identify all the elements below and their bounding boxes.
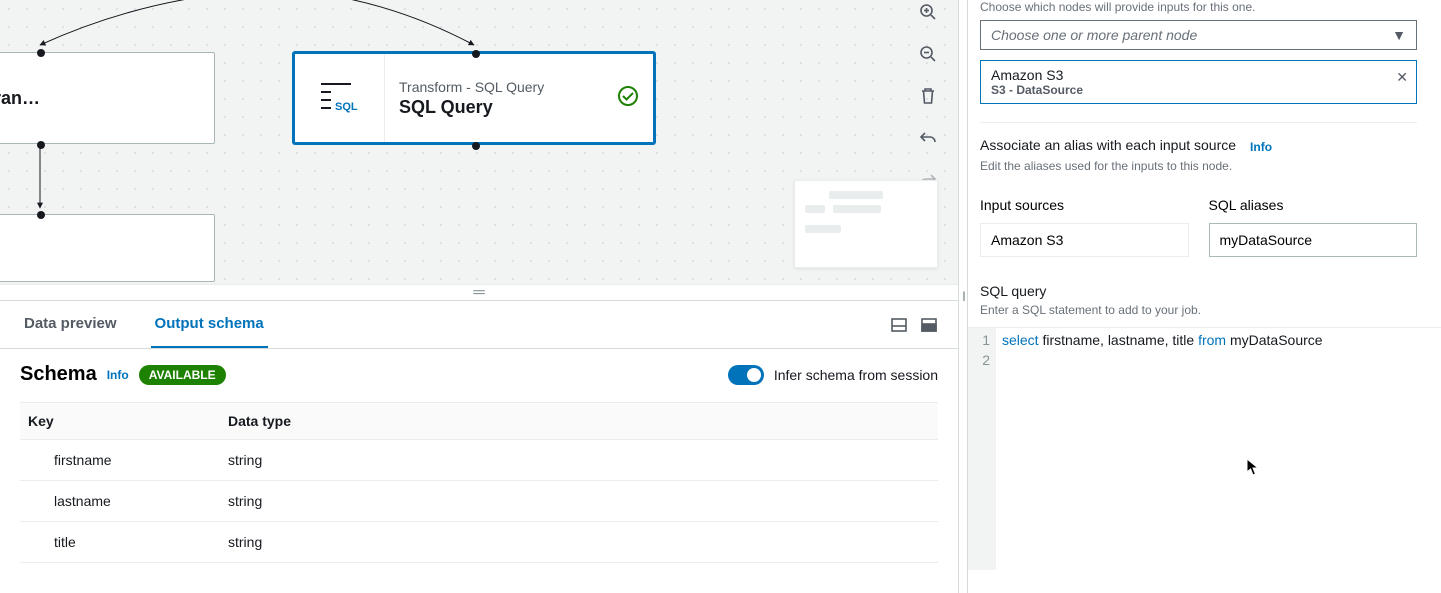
sql-query-label: SQL query [980,283,1417,299]
node-title: SQL Query [399,97,603,118]
table-row: lastnamestring [20,481,938,522]
panel-expand-icon[interactable] [920,316,938,334]
parent-node-chip: Amazon S3 S3 - DataSource ✕ [980,60,1417,104]
zoom-out-icon[interactable] [916,42,940,66]
code-gutter: 12 [968,328,996,570]
horizontal-resize-handle[interactable]: ═ [0,284,958,300]
table-row: titlestring [20,522,938,563]
chevron-down-icon: ▼ [1392,27,1406,43]
schema-table: Key Data type firstnamestring lastnamest… [20,402,938,563]
vertical-resize-handle[interactable]: || [958,0,968,593]
chip-remove-icon[interactable]: ✕ [1396,69,1408,86]
bottom-panel: Data preview Output schema Schema Info A… [0,300,958,593]
zoom-in-icon[interactable] [916,0,940,24]
col-header-key: Key [20,403,220,440]
chip-title: Amazon S3 [991,67,1386,83]
minimap[interactable] [794,180,938,268]
table-row: firstnamestring [20,440,938,481]
panel-collapse-icon[interactable] [890,316,908,334]
properties-panel: Choose which nodes will provide inputs f… [968,0,1441,593]
infer-schema-label: Infer schema from session [774,367,938,383]
code-line[interactable]: select firstname, lastname, title from m… [996,328,1329,570]
tab-output-schema[interactable]: Output schema [151,301,268,348]
sql-alias-input[interactable] [1209,223,1418,257]
schema-info-link[interactable]: Info [107,368,129,382]
associate-alias-label: Associate an alias with each input sourc… [980,137,1236,153]
sql-aliases-label: SQL aliases [1209,197,1418,213]
undo-icon[interactable] [916,126,940,150]
node-sql-query[interactable]: SQL Transform - SQL Query SQL Query [293,52,655,144]
available-badge: AVAILABLE [139,365,226,385]
sql-code-editor[interactable]: 12 select firstname, lastname, title fro… [968,327,1441,570]
associate-alias-info-link[interactable]: Info [1250,140,1272,154]
parent-node-select[interactable]: Choose one or more parent node ▼ [980,20,1417,50]
node-title: orm - Dynamic Tran… [0,88,40,109]
sql-transform-icon: SQL [295,54,385,142]
node-dynamic-transform[interactable]: orm - Dynamic Tran… [0,52,215,144]
svg-text:SQL: SQL [335,101,358,113]
visual-canvas[interactable]: orm - Dynamic Tran… SQL [0,0,958,284]
node-subtitle: Transform - SQL Query [399,79,603,95]
parent-node-placeholder: Choose one or more parent node [991,27,1197,43]
chip-subtitle: S3 - DataSource [991,83,1386,97]
schema-heading: Schema [20,363,97,386]
col-header-type: Data type [220,403,938,440]
choose-nodes-helper: Choose which nodes will provide inputs f… [980,0,1417,14]
input-sources-label: Input sources [980,197,1189,213]
trash-icon[interactable] [916,84,940,108]
associate-alias-helper: Edit the aliases used for the inputs to … [980,159,1417,173]
input-source-value: Amazon S3 [980,223,1189,257]
check-icon [617,85,639,112]
node-filter[interactable]: form - Filter [0,214,215,282]
sql-query-helper: Enter a SQL statement to add to your job… [980,303,1417,317]
tab-data-preview[interactable]: Data preview [20,301,121,348]
infer-schema-toggle[interactable] [728,365,764,385]
